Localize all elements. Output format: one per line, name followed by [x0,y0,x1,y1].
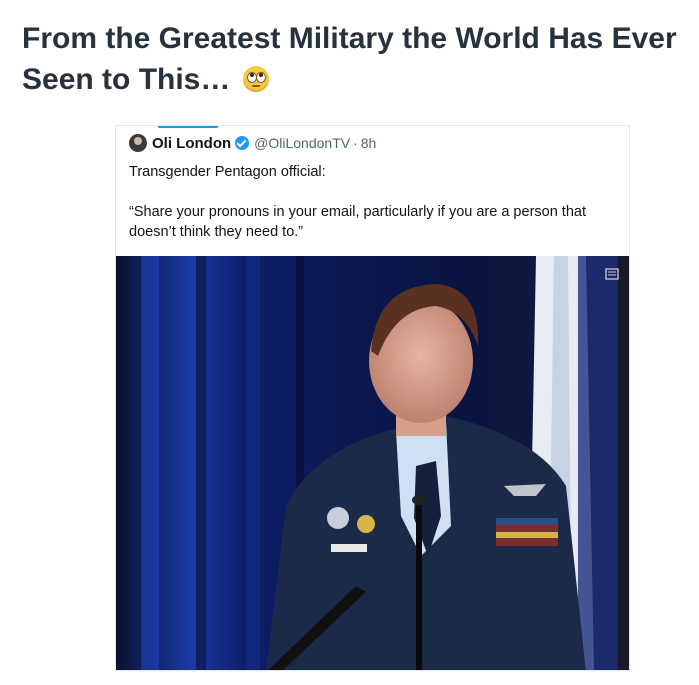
tweet-media-image[interactable] [116,256,629,670]
embedded-tweet-card[interactable]: Oli London @OliLondonTV · 8h Transgender… [115,125,630,671]
headline-text: From the Greatest Military the World Has… [22,22,677,96]
tweet-content: Oli London @OliLondonTV · 8h Transgender… [129,132,619,242]
page-headline: From the Greatest Military the World Has… [22,18,687,100]
dot-separator: · [353,135,358,151]
card-accent-line [158,126,218,128]
author-handle[interactable]: @OliLondonTV [254,135,350,151]
tweet-time: 8h [360,135,377,151]
verified-badge-icon [235,136,250,150]
speaker-photo [116,256,629,670]
avatar[interactable] [129,134,147,152]
tweet-quote: “Share your pronouns in your email, part… [129,204,586,240]
media-expand-icon[interactable] [605,268,619,280]
rolling-eyes-emoji-icon [242,66,269,92]
author-name[interactable]: Oli London [152,135,231,152]
tweet-header: Oli London @OliLondonTV · 8h [129,132,619,154]
tweet-text: Transgender Pentagon official: [129,164,326,180]
